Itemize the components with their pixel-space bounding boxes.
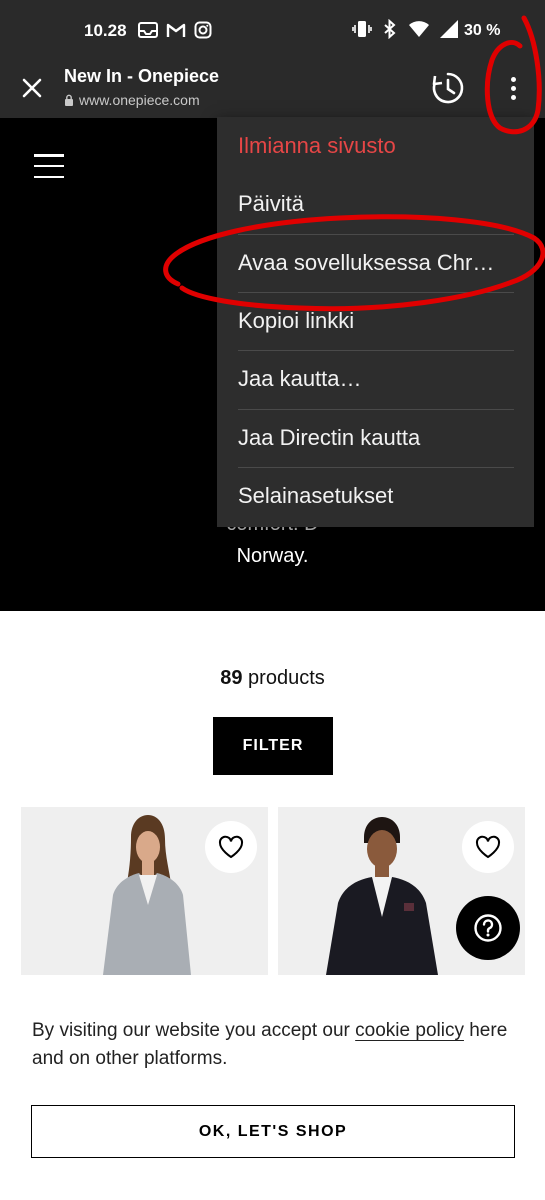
instagram-icon <box>194 21 212 39</box>
battery-level: 30 % <box>464 22 501 39</box>
notification-icons <box>138 21 212 39</box>
wishlist-button[interactable] <box>462 821 514 873</box>
help-icon <box>474 914 502 942</box>
page-title: New In - Onepiece <box>64 66 220 86</box>
url-text: www.onepiece.com <box>79 92 200 108</box>
history-button[interactable] <box>430 70 466 106</box>
accept-cookies-button[interactable]: OK, LET'S SHOP <box>31 1105 515 1158</box>
hamburger-menu-icon[interactable] <box>34 154 64 178</box>
signal-icon <box>440 20 458 38</box>
page-url: www.onepiece.com <box>64 92 200 108</box>
menu-item-share-direct[interactable]: Jaa Directin kautta <box>238 409 514 467</box>
close-icon <box>22 78 42 98</box>
vibrate-icon <box>352 21 372 37</box>
wifi-icon <box>409 21 429 37</box>
product-count: 89 products <box>220 667 325 689</box>
product-card[interactable] <box>21 807 268 975</box>
custom-tab-toolbar: New In - Onepiece www.onepiece.com <box>0 58 545 118</box>
menu-item-refresh[interactable]: Päivitä <box>238 175 514 233</box>
gmail-icon <box>166 23 186 37</box>
heart-icon <box>218 835 244 859</box>
overflow-menu: Ilmianna sivusto Päivitä Avaa sovellukse… <box>217 117 534 527</box>
cookie-message: By visiting our website you accept our c… <box>32 1020 508 1069</box>
more-vert-icon <box>510 76 516 82</box>
menu-item-copy-link[interactable]: Kopioi linkki <box>238 292 514 350</box>
history-icon <box>432 72 464 104</box>
more-options-button[interactable] <box>500 70 526 106</box>
wishlist-button[interactable] <box>205 821 257 873</box>
menu-item-report-site[interactable]: Ilmianna sivusto <box>238 117 514 175</box>
bluetooth-icon <box>384 19 396 39</box>
menu-item-share[interactable]: Jaa kautta… <box>238 350 514 408</box>
gmail-inbox-icon <box>138 22 158 38</box>
filter-button[interactable]: FILTER <box>213 717 333 775</box>
cookie-policy-link[interactable]: cookie policy <box>355 1020 464 1041</box>
cookie-banner: By visiting our website you accept our c… <box>0 975 545 1200</box>
heart-icon <box>475 835 501 859</box>
lock-icon <box>65 94 73 106</box>
help-chat-button[interactable] <box>456 896 520 960</box>
menu-item-open-in-chrome[interactable]: Avaa sovelluksessa Chr… <box>238 234 514 292</box>
status-bar: 10.28 30 % <box>0 0 545 58</box>
menu-item-browser-settings[interactable]: Selainasetukset <box>238 467 514 525</box>
status-time: 10.28 <box>84 21 127 40</box>
system-icons <box>352 19 459 39</box>
close-tab-button[interactable] <box>18 74 46 102</box>
